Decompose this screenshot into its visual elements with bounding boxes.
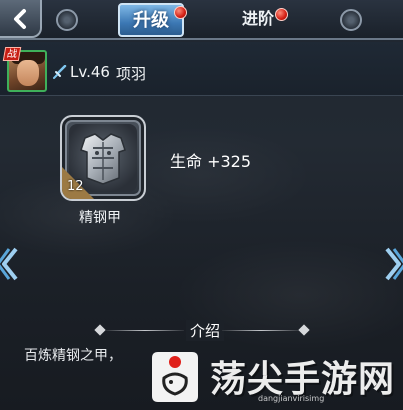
sword-icon (53, 65, 67, 79)
back-arrow-icon (14, 9, 26, 29)
intro-title: 介绍 (186, 320, 225, 341)
equipment-stat: 生命 +325 (170, 152, 252, 171)
equipment-name: 精钢甲 (79, 210, 121, 226)
top-bar: 升级 进阶 (0, 0, 403, 40)
tab-upgrade-label: 升级 (133, 10, 169, 31)
watermark-logo-icon (152, 352, 198, 402)
upgrade-notification-dot (174, 6, 187, 19)
avatar-face (17, 60, 39, 86)
watermark-url: dangjianvirisimg (258, 394, 325, 403)
hero-level: Lv.46 (70, 63, 110, 81)
ornament-right-icon (340, 9, 362, 31)
ornament-left-icon (56, 9, 78, 31)
tab-advance-label: 进阶 (241, 9, 274, 28)
previous-arrow-icon[interactable] (0, 247, 20, 281)
advance-notification-dot (275, 8, 288, 21)
equipment-slot[interactable]: 12 (60, 115, 146, 201)
hero-badge: 战 (2, 47, 22, 61)
intro-divider-left (106, 330, 184, 331)
next-arrow-icon[interactable] (383, 247, 403, 281)
intro-divider-right (222, 330, 300, 331)
equipment-level: 12 (67, 179, 84, 194)
back-button[interactable] (0, 0, 42, 38)
hero-name: 项羽 (116, 65, 147, 83)
intro-description: 百炼精钢之甲， (24, 348, 122, 364)
